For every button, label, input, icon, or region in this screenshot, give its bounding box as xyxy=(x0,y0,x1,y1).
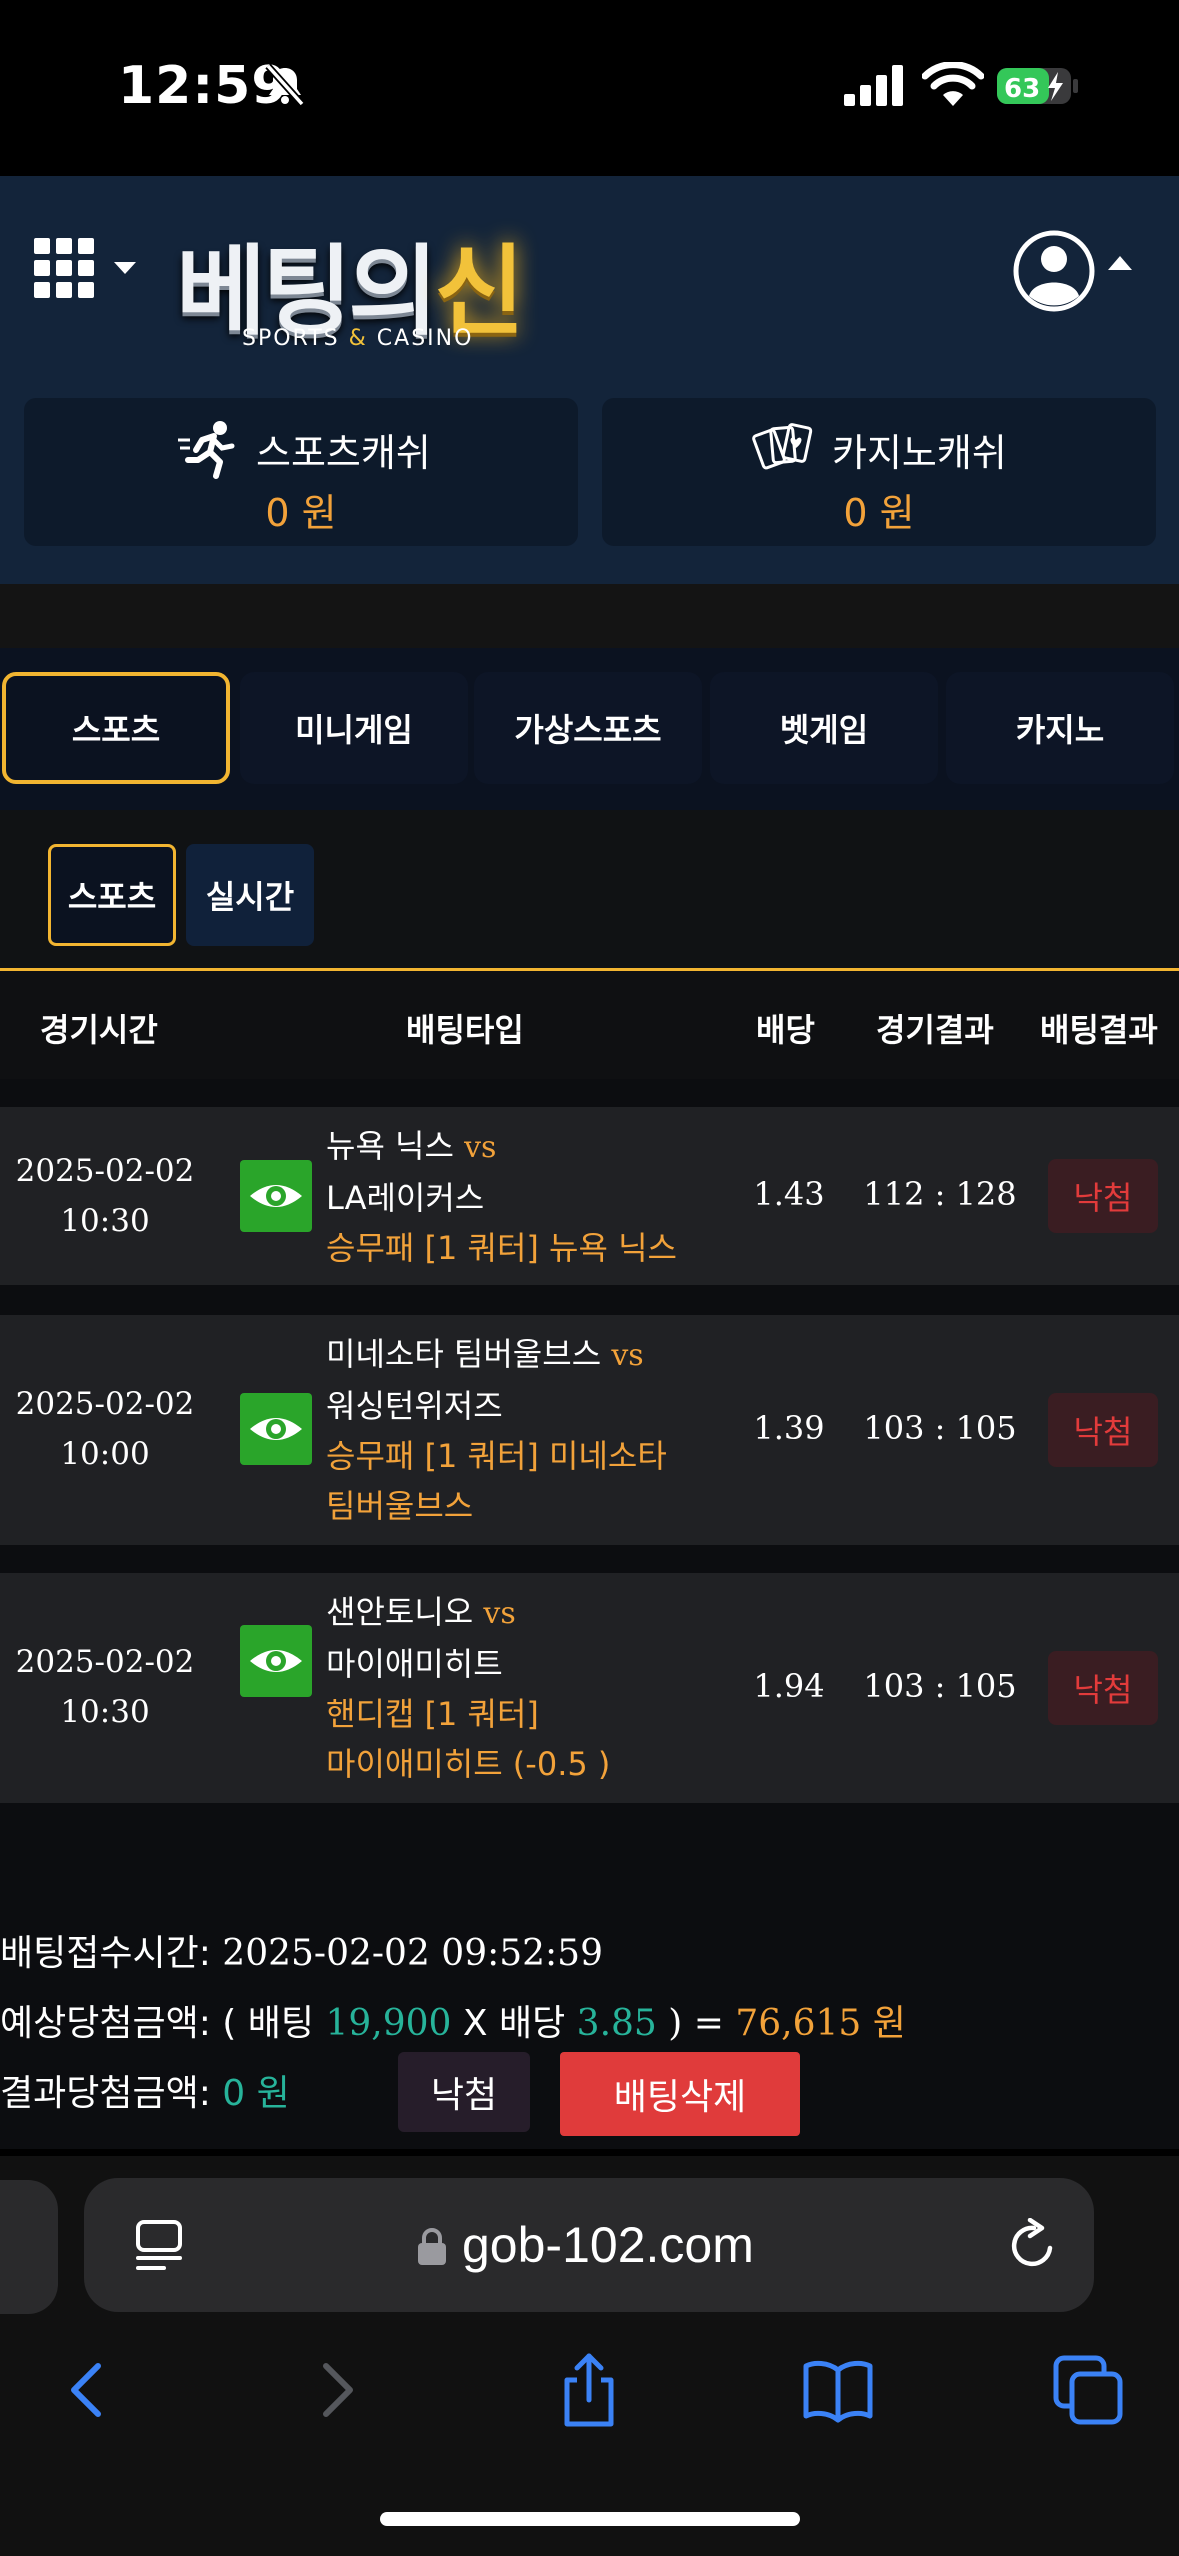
col-odds: 배당 xyxy=(756,1011,815,1049)
table-row: 2025-02-02 10:30 샌안토니오 vs 마이애미히트 핸디캡 [1 쿼… xyxy=(0,1573,1179,1803)
tab-virtual-sports[interactable]: 가상스포츠 xyxy=(474,672,702,784)
wifi-icon xyxy=(922,62,984,106)
tab-minigame[interactable]: 미니게임 xyxy=(240,672,468,784)
match-info: 샌안토니오 vs 마이애미히트 핸디캡 [1 쿼터] 마이애미히트 (-0.5 … xyxy=(326,1593,611,1783)
lock-icon xyxy=(418,2228,446,2265)
tab-casino[interactable]: 카지노 xyxy=(946,672,1174,784)
bet-accept-time: 배팅접수시간: 2025-02-02 09:52:59 xyxy=(0,1933,603,1974)
sports-cash-value: 0 원 xyxy=(265,491,337,535)
reload-icon[interactable] xyxy=(1004,2218,1060,2274)
odds-value: 1.43 xyxy=(753,1175,825,1213)
eye-icon xyxy=(250,1185,302,1207)
casino-cash-value: 0 원 xyxy=(843,491,915,535)
url-text[interactable]: gob-102.com xyxy=(462,2216,754,2274)
match-score: 103 : 105 xyxy=(863,1409,1017,1447)
match-info: 뉴욕 닉스 vs LA레이커스 승무패 [1 쿼터] 뉴욕 닉스 xyxy=(326,1127,677,1267)
casino-cash-label: 카지노캐쉬 xyxy=(832,431,1007,475)
site-header: 베팅의신 SPORTS & CASINO 스포츠캐쉬 0 원 카지노캐쉬 0 원 xyxy=(0,176,1179,584)
forward-icon[interactable] xyxy=(300,2352,376,2428)
table-row: 2025-02-02 10:30 뉴욕 닉스 vs LA레이커스 승무패 [1 쿼… xyxy=(0,1107,1179,1285)
bet-history-table: 2025-02-02 10:30 뉴욕 닉스 vs LA레이커스 승무패 [1 쿼… xyxy=(0,1079,1179,2149)
delete-bet-button[interactable]: 배팅삭제 xyxy=(560,2052,800,2136)
battery-charging-icon: 63 xyxy=(997,68,1078,104)
match-info: 미네소타 팀버울브스 vs 워싱턴위저즈 승무패 [1 쿼터] 미네소타 팀버울… xyxy=(326,1335,667,1525)
bet-result-badge: 낙첨 xyxy=(1048,1651,1158,1725)
running-icon xyxy=(178,421,235,479)
tab-sports[interactable]: 스포츠 xyxy=(2,672,230,784)
eye-icon xyxy=(250,1418,302,1440)
result-status-button[interactable]: 낙첨 xyxy=(398,2052,530,2132)
view-detail-button[interactable] xyxy=(240,1393,312,1465)
bet-result-badge: 낙첨 xyxy=(1048,1393,1158,1467)
bell-muted-icon xyxy=(265,63,305,107)
table-row: 2025-02-02 10:00 미네소타 팀버울브스 vs 워싱턴위저즈 승무패… xyxy=(0,1315,1179,1545)
view-detail-button[interactable] xyxy=(240,1160,312,1232)
odds-value: 1.39 xyxy=(753,1409,825,1447)
expected-winnings: 예상당첨금액: ( 배팅 19,900 X 배당 3.85 ) = 76,615… xyxy=(0,2003,906,2044)
subtab-live[interactable]: 실시간 xyxy=(186,844,314,946)
match-datetime: 2025-02-02 10:30 xyxy=(15,1153,195,1239)
cellular-signal-icon xyxy=(844,65,903,106)
status-bar: 12:59 63 xyxy=(0,0,1179,176)
site-logo[interactable]: 베팅의신 SPORTS & CASINO xyxy=(176,212,596,362)
tab-betgame[interactable]: 벳게임 xyxy=(710,672,938,784)
tabs-icon[interactable] xyxy=(1050,2352,1126,2428)
col-bet-type: 배팅타입 xyxy=(406,1011,524,1049)
section-divider xyxy=(0,584,1179,648)
match-score: 112 : 128 xyxy=(863,1175,1017,1213)
previous-tab-peek[interactable] xyxy=(0,2180,58,2314)
playing-cards-icon xyxy=(752,423,813,470)
home-indicator[interactable] xyxy=(380,2512,800,2526)
col-bet-result: 배팅결과 xyxy=(1040,1011,1158,1049)
subtab-sports[interactable]: 스포츠 xyxy=(48,844,176,946)
share-icon[interactable] xyxy=(551,2352,627,2428)
match-datetime: 2025-02-02 10:30 xyxy=(15,1644,195,1730)
bet-result-badge: 낙첨 xyxy=(1048,1159,1158,1233)
game-category-tabs: 스포츠 미니게임 가상스포츠 벳게임 카지노 xyxy=(0,648,1179,810)
col-match-time: 경기시간 xyxy=(40,1011,158,1049)
eye-icon xyxy=(250,1650,302,1672)
match-datetime: 2025-02-02 10:00 xyxy=(15,1386,195,1472)
odds-value: 1.94 xyxy=(753,1667,825,1705)
address-bar[interactable]: gob-102.com xyxy=(84,2178,1094,2312)
sub-tabs: 스포츠 실시간 xyxy=(0,810,1179,970)
browser-toolbar: gob-102.com xyxy=(0,2156,1179,2556)
sports-cash-card: 스포츠캐쉬 0 원 xyxy=(24,398,578,546)
sports-cash-label: 스포츠캐쉬 xyxy=(256,431,431,475)
casino-cash-card: 카지노캐쉬 0 원 xyxy=(602,398,1156,546)
match-score: 103 : 105 xyxy=(863,1667,1017,1705)
result-winnings: 결과당첨금액: 0 원 xyxy=(0,2073,290,2114)
menu-grid-icon[interactable] xyxy=(34,238,144,308)
reader-mode-icon[interactable] xyxy=(134,2218,188,2272)
back-icon[interactable] xyxy=(48,2352,124,2428)
svg-text:63: 63 xyxy=(1004,74,1040,104)
bet-history-table-header: 경기시간 배팅타입 배당 경기결과 배팅결과 xyxy=(0,971,1179,1079)
col-match-result: 경기결과 xyxy=(876,1011,994,1049)
user-account-icon[interactable] xyxy=(1012,226,1136,316)
view-detail-button[interactable] xyxy=(240,1625,312,1697)
bookmarks-icon[interactable] xyxy=(800,2352,876,2428)
